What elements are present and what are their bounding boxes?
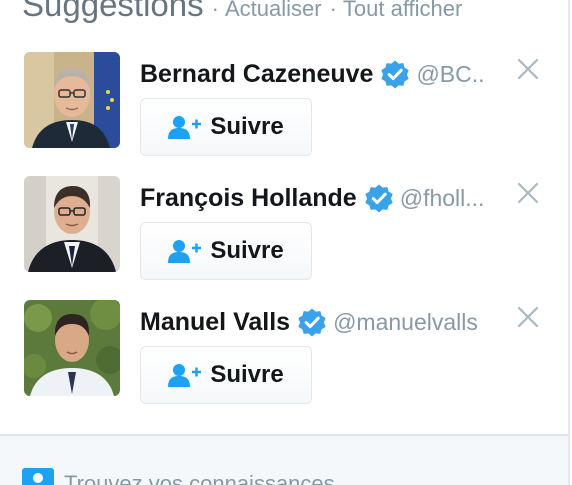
name-row: Manuel Valls @manuelvalls [140,304,478,340]
avatar[interactable] [24,176,120,272]
suggestion-item: François Hollande @fholl... Suivre [24,176,544,286]
add-user-icon [168,363,202,387]
refresh-link[interactable]: Actualiser [225,0,322,22]
header-separator: · [329,0,337,21]
user-name[interactable]: Manuel Valls [140,308,290,337]
find-friends-link[interactable]: Trouvez vos connaissances [64,471,335,485]
verified-badge-icon [380,59,410,89]
follow-button-label: Suivre [210,361,284,388]
suggestion-item: Manuel Valls @manuelvalls Suivre [24,300,544,410]
verified-badge-icon [297,307,327,337]
close-icon[interactable] [517,306,539,328]
avatar[interactable] [24,52,120,148]
add-user-icon [168,239,202,263]
user-name[interactable]: François Hollande [140,184,357,213]
who-to-follow-panel: Suggestions · Actualiser · Tout afficher [0,0,570,485]
close-icon[interactable] [517,182,539,204]
suggestions-header: Suggestions · Actualiser · Tout afficher [22,0,462,26]
view-all-link[interactable]: Tout afficher [343,0,462,22]
header-separator: · [211,0,219,21]
user-handle[interactable]: @BC.. [416,61,484,88]
avatar[interactable] [24,300,120,396]
suggestions-title: Suggestions [22,0,204,23]
find-friends-footer[interactable]: Trouvez vos connaissances [0,436,568,485]
contacts-icon [22,468,54,485]
suggestion-item: Bernard Cazeneuve @BC.. Suivre [24,52,544,162]
follow-button[interactable]: Suivre [140,346,312,404]
user-handle[interactable]: @fholl... [400,185,485,212]
follow-button-label: Suivre [210,113,284,140]
follow-button-label: Suivre [210,237,284,264]
verified-badge-icon [364,183,394,213]
name-row: François Hollande @fholl... [140,180,484,216]
add-user-icon [168,115,202,139]
name-row: Bernard Cazeneuve @BC.. [140,56,485,92]
user-handle[interactable]: @manuelvalls [333,309,478,336]
follow-button[interactable]: Suivre [140,222,312,280]
follow-button[interactable]: Suivre [140,98,312,156]
close-icon[interactable] [517,58,539,80]
user-name[interactable]: Bernard Cazeneuve [140,60,373,89]
